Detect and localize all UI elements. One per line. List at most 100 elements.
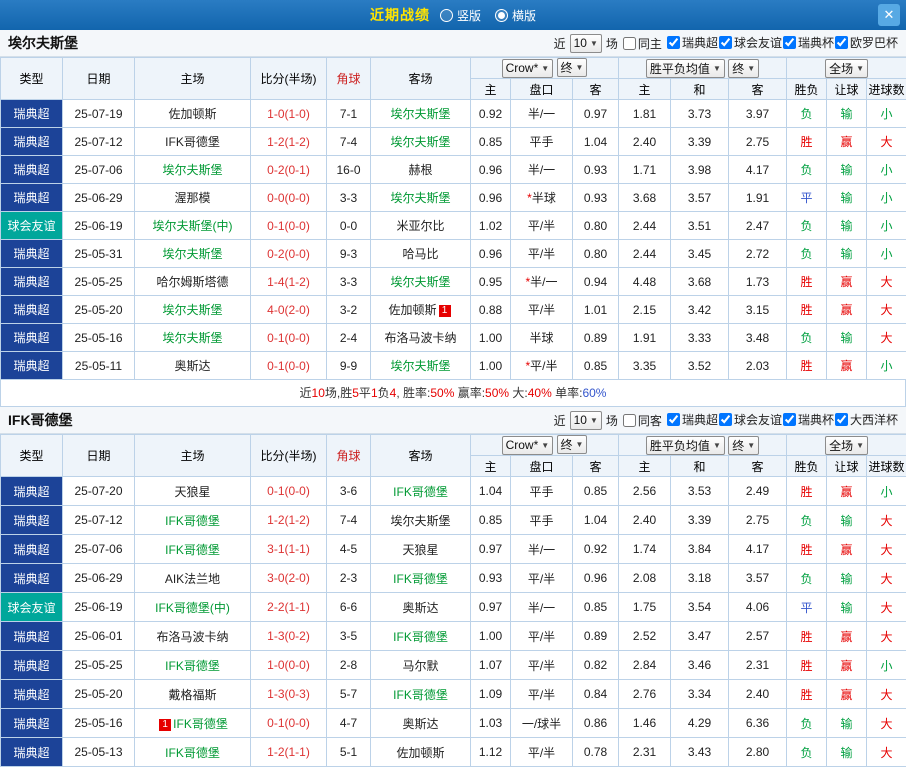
avg-odds-select[interactable]: 胜平负均值▼ bbox=[646, 59, 725, 78]
stats-text: 10 bbox=[312, 386, 325, 400]
home-team: 埃尔夫斯堡(中) bbox=[135, 212, 251, 240]
result-wdl: 负 bbox=[787, 212, 827, 240]
competition-filter[interactable]: 瑞典杯 bbox=[782, 34, 834, 51]
odds-source-header: Crow*▼ 终▼ bbox=[471, 58, 619, 79]
away-team-name: 奥斯达 bbox=[402, 717, 438, 731]
same-venue-checkbox[interactable] bbox=[623, 37, 636, 50]
result-wdl: 胜 bbox=[787, 680, 827, 709]
corner-score: 3-2 bbox=[327, 296, 371, 324]
avg-home: 2.40 bbox=[619, 506, 671, 535]
avg-time-select[interactable]: 终▼ bbox=[728, 59, 759, 78]
chevron-down-icon: ▼ bbox=[856, 441, 864, 450]
avg-odds-select[interactable]: 胜平负均值▼ bbox=[646, 436, 725, 455]
competition-filters: 瑞典超球会友谊瑞典杯欧罗巴杯 bbox=[666, 34, 898, 52]
home-team-name: IFK哥德堡 bbox=[165, 514, 220, 528]
result-handicap: 输 bbox=[827, 212, 867, 240]
odds-source-select[interactable]: Crow*▼ bbox=[502, 59, 554, 78]
stats-text: 5 bbox=[352, 386, 359, 400]
odds-away: 0.93 bbox=[573, 184, 619, 212]
competition-checkbox[interactable] bbox=[667, 413, 680, 426]
result-handicap: 赢 bbox=[827, 535, 867, 564]
match-date: 25-06-29 bbox=[63, 184, 135, 212]
odds-home: 0.96 bbox=[471, 240, 511, 268]
handicap: 平/半 bbox=[511, 738, 573, 767]
col-date: 日期 bbox=[63, 58, 135, 100]
competition-checkbox[interactable] bbox=[783, 36, 796, 49]
competition-label: 大西洋杯 bbox=[850, 411, 898, 428]
result-wdl: 负 bbox=[787, 156, 827, 184]
same-venue-checkbox[interactable] bbox=[623, 414, 636, 427]
close-button[interactable]: ✕ bbox=[878, 4, 900, 26]
match-score: 4-0(2-0) bbox=[251, 296, 327, 324]
handicap: 平手 bbox=[511, 477, 573, 506]
league-type-badge: 瑞典超 bbox=[1, 296, 63, 324]
avg-time-select[interactable]: 终▼ bbox=[728, 436, 759, 455]
competition-filter[interactable]: 瑞典杯 bbox=[782, 411, 834, 428]
same-venue-filter[interactable]: 同主 bbox=[622, 35, 662, 52]
result-wdl: 胜 bbox=[787, 268, 827, 296]
result-goals: 大 bbox=[867, 296, 906, 324]
avg-odds-header: 胜平负均值▼ 终▼ bbox=[619, 435, 787, 456]
match-date: 25-06-19 bbox=[63, 212, 135, 240]
match-count-select[interactable]: 10▼ bbox=[570, 411, 602, 430]
avg-draw: 3.46 bbox=[671, 651, 729, 680]
competition-filter[interactable]: 球会友谊 bbox=[718, 411, 782, 428]
competition-checkbox[interactable] bbox=[719, 36, 732, 49]
avg-home: 1.81 bbox=[619, 100, 671, 128]
competition-filter[interactable]: 大西洋杯 bbox=[834, 411, 898, 428]
league-type-badge: 瑞典超 bbox=[1, 651, 63, 680]
match-row: 瑞典超25-05-13IFK哥德堡1-2(1-1)5-1佐加顿斯1.12平/半0… bbox=[1, 738, 906, 767]
match-count-select[interactable]: 10▼ bbox=[570, 34, 602, 53]
result-goals: 大 bbox=[867, 128, 906, 156]
chevron-down-icon: ▼ bbox=[576, 440, 584, 449]
odds-source-select[interactable]: Crow*▼ bbox=[502, 436, 554, 455]
avg-away: 4.06 bbox=[729, 593, 787, 622]
result-wdl: 负 bbox=[787, 564, 827, 593]
same-venue-label: 同主 bbox=[638, 35, 662, 52]
match-row: 瑞典超25-05-11奥斯达0-1(0-0)9-9埃尔夫斯堡1.00*平/半0.… bbox=[1, 352, 906, 380]
avg-home: 3.35 bbox=[619, 352, 671, 380]
competition-checkbox[interactable] bbox=[835, 36, 848, 49]
home-team-name: 天狼星 bbox=[174, 485, 210, 499]
layout-radio-selected[interactable]: 横版 bbox=[495, 7, 536, 24]
competition-label: 欧罗巴杯 bbox=[850, 34, 898, 51]
competition-label: 瑞典杯 bbox=[798, 34, 834, 51]
away-team-name: IFK哥德堡 bbox=[393, 688, 448, 702]
avg-away: 2.72 bbox=[729, 240, 787, 268]
home-team: 埃尔夫斯堡 bbox=[135, 296, 251, 324]
odds-time-select[interactable]: 终▼ bbox=[557, 435, 588, 454]
competition-filter[interactable]: 欧罗巴杯 bbox=[834, 34, 898, 51]
avg-draw: 3.43 bbox=[671, 738, 729, 767]
col-avg-draw: 和 bbox=[671, 456, 729, 477]
competition-filter[interactable]: 瑞典超 bbox=[666, 411, 718, 428]
scope-select[interactable]: 全场▼ bbox=[825, 59, 868, 78]
chevron-down-icon: ▼ bbox=[713, 64, 721, 73]
avg-draw: 3.68 bbox=[671, 268, 729, 296]
competition-filter[interactable]: 瑞典超 bbox=[666, 34, 718, 51]
match-score: 3-0(2-0) bbox=[251, 564, 327, 593]
layout-radio-option[interactable]: 竖版 bbox=[440, 7, 481, 24]
match-score: 1-0(0-0) bbox=[251, 651, 327, 680]
competition-checkbox[interactable] bbox=[783, 413, 796, 426]
avg-away: 2.75 bbox=[729, 506, 787, 535]
away-team-name: 布洛马波卡纳 bbox=[384, 331, 456, 345]
result-handicap: 输 bbox=[827, 240, 867, 268]
match-date: 25-05-11 bbox=[63, 352, 135, 380]
match-date: 25-05-13 bbox=[63, 738, 135, 767]
competition-checkbox[interactable] bbox=[835, 413, 848, 426]
scope-select[interactable]: 全场▼ bbox=[825, 436, 868, 455]
odds-time-select[interactable]: 终▼ bbox=[557, 58, 588, 77]
stats-text: 近 bbox=[300, 386, 312, 400]
league-type-badge: 瑞典超 bbox=[1, 738, 63, 767]
result-handicap: 输 bbox=[827, 156, 867, 184]
away-team: 马尔默 bbox=[371, 651, 471, 680]
radio-icon[interactable] bbox=[440, 9, 453, 22]
match-date: 25-07-06 bbox=[63, 535, 135, 564]
radio-icon[interactable] bbox=[495, 9, 508, 22]
competition-checkbox[interactable] bbox=[719, 413, 732, 426]
competition-filter[interactable]: 球会友谊 bbox=[718, 34, 782, 51]
same-venue-filter[interactable]: 同客 bbox=[622, 412, 662, 429]
competition-checkbox[interactable] bbox=[667, 36, 680, 49]
away-team-name: 马尔默 bbox=[402, 659, 438, 673]
result-handicap: 输 bbox=[827, 593, 867, 622]
